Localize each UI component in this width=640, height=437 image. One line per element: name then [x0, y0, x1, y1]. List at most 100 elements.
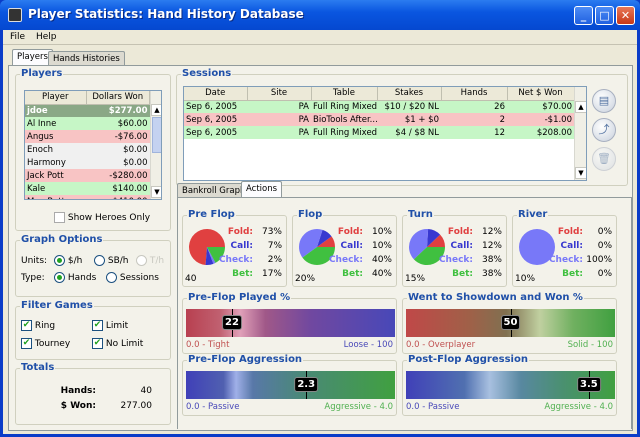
- bet-label: Bet:: [232, 269, 253, 279]
- filter-tourney-checkbox[interactable]: ✔ Tourney: [21, 338, 70, 349]
- sessions-title: Sessions: [181, 68, 233, 79]
- tab-bankroll-graph[interactable]: Bankroll Graph: [177, 183, 251, 198]
- session-cell: 12: [494, 127, 505, 138]
- player-row[interactable]: Jack Pott -$280.00: [25, 169, 150, 182]
- sessions-table: Date Site Table Stakes Hands Net $ Won Sep 6,…: [183, 86, 587, 181]
- meter-pre-flop-aggression: Pre-Flop Aggression 2.3 0.0 - Passive Ag…: [182, 354, 397, 416]
- meter-bar: 3.5: [406, 371, 615, 399]
- export-button[interactable]: ⤴: [592, 118, 616, 142]
- bet-label: Bet:: [452, 269, 473, 279]
- filter-limit-checkbox[interactable]: ✔ Limit: [92, 320, 128, 331]
- bet-label: Bet:: [342, 269, 363, 279]
- radio-units-t: T/h: [136, 255, 164, 266]
- column-date[interactable]: Date: [184, 87, 248, 101]
- meter-value: 50: [500, 315, 521, 330]
- radio-units-dollars[interactable]: $/h: [54, 255, 82, 266]
- check-label: Check:: [218, 255, 253, 265]
- fold-label: Fold:: [557, 227, 583, 237]
- session-cell: $208.00: [536, 127, 572, 138]
- delete-button: 🗑: [592, 147, 616, 171]
- close-button[interactable]: ✕: [616, 6, 635, 25]
- type-label: Type:: [21, 273, 45, 283]
- street-count: 10%: [515, 274, 536, 284]
- radio-type-hands[interactable]: Hands: [54, 272, 96, 283]
- street-turn-box: Turn Fold: 12% Call: 12% Check: 38% Bet: 38% 15%: [402, 209, 507, 287]
- player-row[interactable]: Angus -$76.00: [25, 130, 150, 143]
- details-button[interactable]: ▤: [592, 89, 616, 113]
- session-cell: $10 / $20 NL: [384, 101, 439, 112]
- session-cell: -$1.00: [544, 114, 572, 125]
- street-title: Turn: [407, 209, 434, 220]
- player-dollars-won: $277.00: [108, 105, 148, 116]
- meter-value: 2.3: [294, 377, 319, 392]
- players-scrollbar[interactable]: ▲ ▼: [150, 91, 161, 199]
- show-heroes-checkbox[interactable]: Show Heroes Only: [54, 212, 150, 223]
- checkbox-box[interactable]: [54, 212, 65, 223]
- column-table[interactable]: Table: [311, 87, 378, 101]
- column-hands[interactable]: Hands: [441, 87, 508, 101]
- sessions-group: Sessions Date Site Table Stakes Hands Net $ W…: [176, 68, 628, 186]
- player-name: jdoe: [27, 105, 48, 116]
- radio-units-sb[interactable]: SB/h: [94, 255, 129, 266]
- sessions-scrollbar[interactable]: ▲ ▼: [574, 87, 586, 180]
- scroll-up-button[interactable]: ▲: [575, 101, 586, 113]
- meter-value: 22: [222, 315, 242, 330]
- window-body: File Help Players Hands Histories Player…: [3, 30, 637, 434]
- filter-ring-checkbox[interactable]: ✔ Ring: [21, 320, 55, 331]
- fold-value: 12%: [481, 227, 502, 237]
- scroll-down-button[interactable]: ▼: [575, 167, 586, 179]
- tab-actions[interactable]: Actions: [241, 181, 283, 198]
- player-row[interactable]: Max Bette-$410.00: [25, 195, 150, 200]
- filter-games-title: Filter Games: [20, 300, 94, 311]
- hands-value: 40: [140, 386, 152, 396]
- check-value: 40%: [371, 255, 392, 265]
- bet-value: 17%: [261, 269, 282, 279]
- column-site[interactable]: Site: [247, 87, 312, 101]
- player-row[interactable]: Enoch $0.00: [25, 143, 150, 156]
- session-row[interactable]: Sep 6, 2005 PA Full Ring Mixed $10 / $20 NL…: [184, 100, 574, 113]
- menu-bar: File Help: [3, 30, 637, 45]
- player-row[interactable]: Harmony $0.00: [25, 156, 150, 169]
- menu-help[interactable]: Help: [36, 32, 57, 42]
- check-label: Check:: [328, 255, 363, 265]
- column-stakes[interactable]: Stakes: [377, 87, 442, 101]
- maximize-button[interactable]: □: [595, 6, 614, 25]
- meter-max-label: Aggressive - 4.0: [324, 402, 393, 412]
- scroll-up-button[interactable]: ▲: [151, 104, 161, 116]
- call-label: Call:: [230, 241, 253, 251]
- menu-file[interactable]: File: [10, 32, 25, 42]
- player-row[interactable]: jdoe $277.00: [25, 104, 150, 117]
- filter-no-limit-checkbox[interactable]: ✔ No Limit: [92, 338, 143, 349]
- session-row[interactable]: Sep 6, 2005 PA BioTools After... $1 + $0 2 -$…: [184, 113, 574, 126]
- radio-type-sessions[interactable]: Sessions: [106, 272, 159, 283]
- street-count: 20%: [295, 274, 316, 284]
- bet-label: Bet:: [562, 269, 583, 279]
- player-name: Al Inne: [27, 118, 57, 129]
- fold-value: 0%: [597, 227, 612, 237]
- player-dollars-won: -$410.00: [86, 195, 150, 200]
- column-dollars-won[interactable]: Dollars Won: [86, 91, 150, 105]
- meter-min-label: 0.0 - Passive: [186, 402, 240, 412]
- call-label: Call:: [450, 241, 473, 251]
- player-row[interactable]: Kale $140.00: [25, 182, 150, 195]
- scroll-thumb[interactable]: [152, 117, 161, 153]
- bet-value: 0%: [597, 269, 612, 279]
- column-player[interactable]: Player: [25, 91, 87, 105]
- street-title: Pre Flop: [187, 209, 236, 220]
- player-dollars-won: $0.00: [123, 144, 148, 155]
- player-name: Harmony: [27, 157, 66, 168]
- scroll-down-button[interactable]: ▼: [151, 186, 161, 198]
- session-row[interactable]: Sep 6, 2005 PA Full Ring Mixed $4 / $8 NL 12…: [184, 126, 574, 139]
- player-row[interactable]: Al Inne $60.00: [25, 117, 150, 130]
- call-label: Call:: [340, 241, 363, 251]
- meter-went-to-showdown-and-won: Went to Showdown and Won % 50 0.0 - Over…: [402, 292, 617, 354]
- tab-players[interactable]: Players: [12, 49, 53, 66]
- player-name: Max Bette: [25, 195, 86, 200]
- minimize-button[interactable]: _: [574, 6, 593, 25]
- tab-hands-histories[interactable]: Hands Histories: [48, 51, 125, 66]
- session-cell: PA: [298, 127, 309, 138]
- column-net-won[interactable]: Net $ Won: [507, 87, 575, 101]
- street-river-box: River Fold: 0% Call: 0% Check: 100% Bet: 0% 10%: [512, 209, 617, 287]
- session-cell: $1 + $0: [404, 114, 439, 125]
- filter-games-group: Filter Games ✔ Ring ✔ Limit ✔ Tourney ✔ …: [15, 300, 171, 360]
